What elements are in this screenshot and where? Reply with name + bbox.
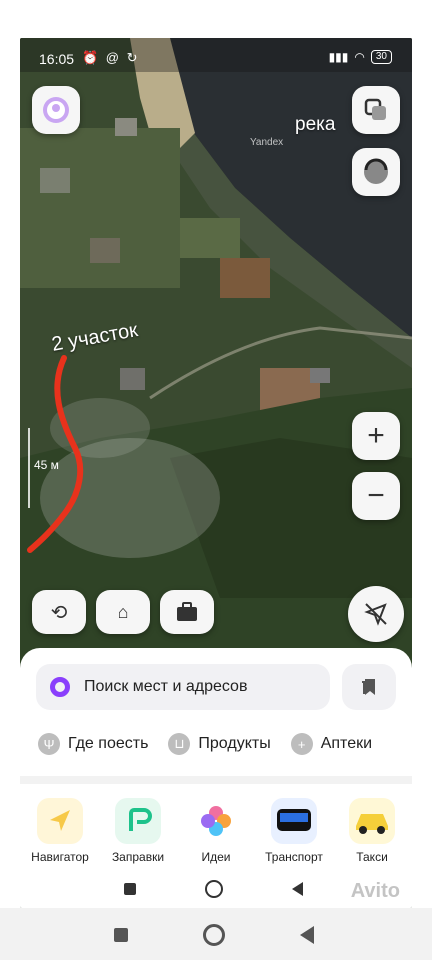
alice-assistant-icon[interactable] (50, 677, 70, 697)
search-placeholder: Поиск мест и адресов (84, 678, 248, 695)
screenshot-frame: 16:05 ⏰ @ ↻ ▮▮▮ ◠ 30 Yandex река 2 участ… (0, 0, 432, 960)
category-groceries[interactable]: ⊔ Продукты (168, 732, 271, 756)
layers-icon (364, 98, 386, 120)
map-watermark: Yandex (250, 137, 284, 148)
bottom-sheet: Поиск мест и адресов Ψ Где поесть ⊔ Прод… (20, 648, 412, 908)
location-arrow-off-icon (364, 603, 387, 626)
compass-icon (364, 158, 388, 184)
plus-icon: + (367, 419, 385, 452)
bus-icon (271, 798, 317, 844)
category-chips: Ψ Где поесть ⊔ Продукты + Аптеки (38, 732, 372, 756)
recent-apps-icon[interactable] (124, 883, 136, 895)
scale-label: 45 м (34, 458, 59, 472)
services-row: Навигатор Заправки Идеи Транспорт Такси (20, 798, 412, 870)
inner-system-navbar: Avito (20, 870, 412, 908)
status-bar: 16:05 ⏰ @ ↻ ▮▮▮ ◠ 30 (20, 38, 412, 72)
wifi-icon: ◠ (354, 50, 365, 64)
river-label: река (295, 114, 336, 135)
app-label: Навигатор (31, 850, 89, 864)
work-button[interactable] (160, 590, 214, 634)
app-taxi[interactable]: Такси (334, 798, 410, 864)
compass-button[interactable] (352, 148, 400, 196)
routes-button[interactable]: ⟲ (32, 590, 86, 634)
minus-icon: − (367, 479, 385, 512)
fuel-icon (115, 798, 161, 844)
recent-apps-icon[interactable] (114, 928, 128, 942)
home-nav-icon[interactable] (203, 924, 225, 946)
outer-system-navbar (0, 908, 432, 960)
app-label: Идеи (201, 850, 231, 864)
status-right: ▮▮▮ ◠ 30 (329, 50, 392, 64)
profile-avatar-icon (43, 97, 69, 123)
back-nav-icon[interactable] (292, 882, 303, 896)
avito-watermark: Avito (350, 880, 400, 902)
fork-knife-icon: Ψ (38, 733, 60, 755)
ideas-flower-icon (193, 798, 239, 844)
plus-icon: + (290, 733, 313, 755)
app-label: Такси (356, 850, 388, 864)
route-icon: ⟲ (50, 601, 68, 624)
divider (20, 776, 412, 784)
signal-icon: ▮▮▮ (328, 50, 349, 64)
app-navigator[interactable]: Навигатор (22, 798, 98, 864)
app-label: Транспорт (265, 850, 323, 864)
search-input[interactable]: Поиск мест и адресов (36, 664, 330, 710)
home-icon: ⌂ (117, 601, 129, 622)
status-icons: ⏰ @ ↻ (82, 50, 140, 65)
bookmarks-button[interactable] (342, 664, 396, 710)
back-nav-icon[interactable] (300, 926, 314, 944)
home-nav-icon[interactable] (205, 880, 223, 898)
location-off-button[interactable] (348, 586, 404, 642)
app-transport[interactable]: Транспорт (256, 798, 332, 864)
home-button[interactable]: ⌂ (96, 590, 150, 634)
app-label: Заправки (111, 850, 165, 864)
navigator-arrow-icon (37, 798, 83, 844)
category-label: Продукты (198, 735, 271, 752)
scale-bar (28, 428, 30, 508)
map-layers-button[interactable] (352, 86, 400, 134)
category-pharmacies[interactable]: + Аптеки (290, 732, 373, 756)
taxi-icon (349, 798, 395, 844)
briefcase-icon (177, 602, 197, 621)
zoom-in-button[interactable]: + (352, 412, 400, 460)
basket-icon: ⊔ (168, 733, 191, 755)
bookmark-icon (362, 679, 375, 695)
zoom-out-button[interactable]: − (352, 472, 400, 520)
battery-icon: 30 (370, 50, 392, 64)
status-time: 16:05 (39, 51, 75, 67)
profile-button[interactable] (32, 86, 80, 134)
category-food[interactable]: Ψ Где поесть (38, 732, 148, 756)
app-fuel[interactable]: Заправки (100, 798, 176, 864)
category-label: Аптеки (320, 735, 373, 752)
category-label: Где поесть (68, 735, 149, 752)
app-ideas[interactable]: Идеи (178, 798, 254, 864)
phone-screen: 16:05 ⏰ @ ↻ ▮▮▮ ◠ 30 Yandex река 2 участ… (20, 38, 412, 908)
